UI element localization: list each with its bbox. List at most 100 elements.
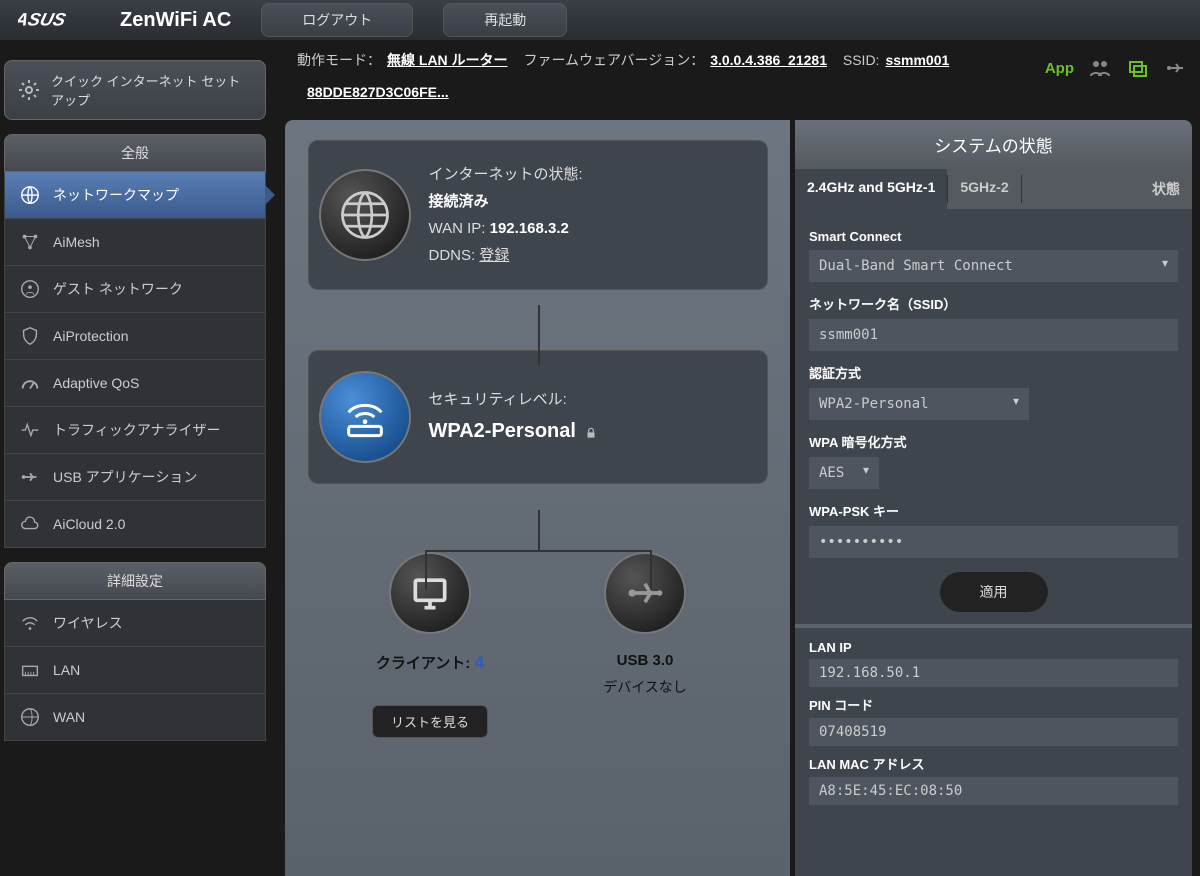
- nav-label: WAN: [53, 709, 85, 725]
- wan-ip-label: WAN IP:: [429, 220, 486, 237]
- pulse-icon: [17, 417, 43, 443]
- qis-label: クイック インターネット セットアップ: [51, 71, 253, 109]
- nav-wireless[interactable]: ワイヤレス: [4, 600, 266, 647]
- router-icon: [319, 371, 411, 463]
- gear-icon: [17, 77, 41, 103]
- globe-user-icon: [17, 276, 43, 302]
- nav-label: Adaptive QoS: [53, 375, 139, 391]
- connector-line: [650, 550, 652, 590]
- usb-status: デバイスなし: [548, 677, 743, 697]
- reboot-button[interactable]: 再起動: [443, 3, 567, 37]
- monitor-icon: [389, 552, 471, 634]
- ssid-label: ネットワーク名（SSID）: [809, 294, 1178, 313]
- advanced-header: 詳細設定: [4, 562, 266, 600]
- connector-line: [538, 305, 540, 365]
- nav-aimesh[interactable]: AiMesh: [4, 219, 266, 266]
- app-link[interactable]: App: [1045, 60, 1074, 77]
- status-bar: 動作モード： 無線 LAN ルーター ファームウェアバージョン： 3.0.0.4…: [285, 40, 1200, 110]
- lan-mac-label: LAN MAC アドレス: [809, 754, 1178, 773]
- security-info: セキュリティレベル: WPA2-Personal: [429, 386, 599, 449]
- nav-wan[interactable]: WAN: [4, 694, 266, 741]
- connector-line: [538, 510, 540, 550]
- nav-aiprotection[interactable]: AiProtection: [4, 313, 266, 360]
- divider: [795, 624, 1192, 628]
- nav-lan[interactable]: LAN: [4, 647, 266, 694]
- clients-card[interactable]: クライアント: 4 リストを見る: [333, 552, 528, 738]
- psk-input[interactable]: [809, 526, 1178, 558]
- cloud-icon: [17, 511, 43, 537]
- nav-aicloud[interactable]: AiCloud 2.0: [4, 501, 266, 548]
- view-list-button[interactable]: リストを見る: [372, 705, 488, 738]
- nav-label: LAN: [53, 662, 80, 678]
- fw-version-link[interactable]: 3.0.0.4.386_21281: [710, 52, 827, 68]
- security-card[interactable]: セキュリティレベル: WPA2-Personal: [308, 350, 768, 484]
- svg-text:ASUS: ASUS: [18, 9, 68, 30]
- lock-icon: [584, 426, 598, 440]
- nav-label: トラフィックアナライザー: [53, 420, 220, 440]
- connector-line: [425, 550, 427, 590]
- qis-button[interactable]: クイック インターネット セットアップ: [4, 60, 266, 120]
- auth-select[interactable]: WPA2-Personal: [809, 388, 1029, 420]
- nav-label: ゲスト ネットワーク: [53, 279, 183, 299]
- nav-guest-network[interactable]: ゲスト ネットワーク: [4, 266, 266, 313]
- sidebar: クイック インターネット セットアップ 全般 ネットワークマップ AiMesh …: [4, 60, 266, 741]
- main-panel: インターネットの状態: 接続済み WAN IP: 192.168.3.2 DDN…: [285, 120, 790, 876]
- internet-status: 接続済み: [429, 193, 489, 210]
- top-bar: ASUS ZenWiFi AC ログアウト 再起動: [0, 0, 1200, 40]
- wan-status-icon[interactable]: [1126, 58, 1150, 78]
- mode-value-link[interactable]: 無線 LAN ルーター: [387, 50, 508, 70]
- globe-icon: [17, 704, 43, 730]
- ssid-label: SSID:: [843, 52, 880, 68]
- tab-5ghz2[interactable]: 5GHz-2: [948, 169, 1020, 209]
- nav-label: ネットワークマップ: [53, 185, 179, 205]
- lan-ip-label: LAN IP: [809, 640, 1178, 655]
- nav-label: AiCloud 2.0: [53, 516, 125, 532]
- tab-24-5ghz1[interactable]: 2.4GHz and 5GHz-1: [795, 169, 947, 209]
- psk-label: WPA-PSK キー: [809, 501, 1178, 520]
- internet-label: インターネットの状態:: [429, 166, 583, 183]
- lan-icon: [17, 657, 43, 683]
- mode-label: 動作モード：: [297, 50, 381, 70]
- pin-label: PIN コード: [809, 695, 1178, 714]
- tab-status[interactable]: 状態: [1140, 169, 1192, 209]
- ddns-value[interactable]: 登録: [479, 247, 509, 264]
- nav-adaptive-qos[interactable]: Adaptive QoS: [4, 360, 266, 407]
- wifi-icon: [17, 610, 43, 636]
- mac-snippet[interactable]: 88DDE827D3C06FE...: [307, 84, 449, 100]
- pin-value: 07408519: [809, 718, 1178, 746]
- globe-icon: [319, 169, 411, 261]
- enc-select[interactable]: AES: [809, 457, 879, 489]
- usb-card[interactable]: USB 3.0 デバイスなし: [548, 552, 743, 738]
- nav-label: AiProtection: [53, 328, 128, 344]
- internet-status-card[interactable]: インターネットの状態: 接続済み WAN IP: 192.168.3.2 DDN…: [308, 140, 768, 290]
- apply-button[interactable]: 適用: [940, 572, 1048, 612]
- logout-button[interactable]: ログアウト: [261, 3, 413, 37]
- usb-icon: [604, 552, 686, 634]
- nav-usb-app[interactable]: USB アプリケーション: [4, 454, 266, 501]
- asus-logo: ASUS: [18, 4, 108, 36]
- security-value: WPA2-Personal: [429, 420, 576, 442]
- clients-label: クライアント: 4: [333, 652, 528, 673]
- usb-status-icon[interactable]: [1164, 58, 1188, 78]
- smart-connect-label: Smart Connect: [809, 229, 1178, 244]
- lan-mac-value: A8:5E:45:EC:08:50: [809, 777, 1178, 805]
- status-icons: App: [1045, 58, 1188, 78]
- lan-ip-value: 192.168.50.1: [809, 659, 1178, 687]
- ddns-label: DDNS:: [429, 247, 476, 264]
- ssid-input[interactable]: [809, 319, 1178, 351]
- system-status-panel: システムの状態 2.4GHz and 5GHz-1 5GHz-2 状態 Smar…: [795, 120, 1192, 876]
- nav-traffic-analyzer[interactable]: トラフィックアナライザー: [4, 407, 266, 454]
- guest-icon[interactable]: [1088, 58, 1112, 78]
- enc-label: WPA 暗号化方式: [809, 432, 1178, 451]
- product-name: ZenWiFi AC: [120, 9, 231, 32]
- nav-label: USB アプリケーション: [53, 467, 197, 487]
- nav-network-map[interactable]: ネットワークマップ: [4, 172, 266, 219]
- gauge-icon: [17, 370, 43, 396]
- wireless-form: Smart Connect Dual-Band Smart Connect ネッ…: [795, 209, 1192, 813]
- ssid-link[interactable]: ssmm001: [885, 52, 949, 68]
- general-header: 全般: [4, 134, 266, 172]
- smart-connect-select[interactable]: Dual-Band Smart Connect: [809, 250, 1178, 282]
- globe-icon: [17, 182, 43, 208]
- fw-label: ファームウェアバージョン：: [523, 50, 704, 70]
- auth-label: 認証方式: [809, 363, 1178, 382]
